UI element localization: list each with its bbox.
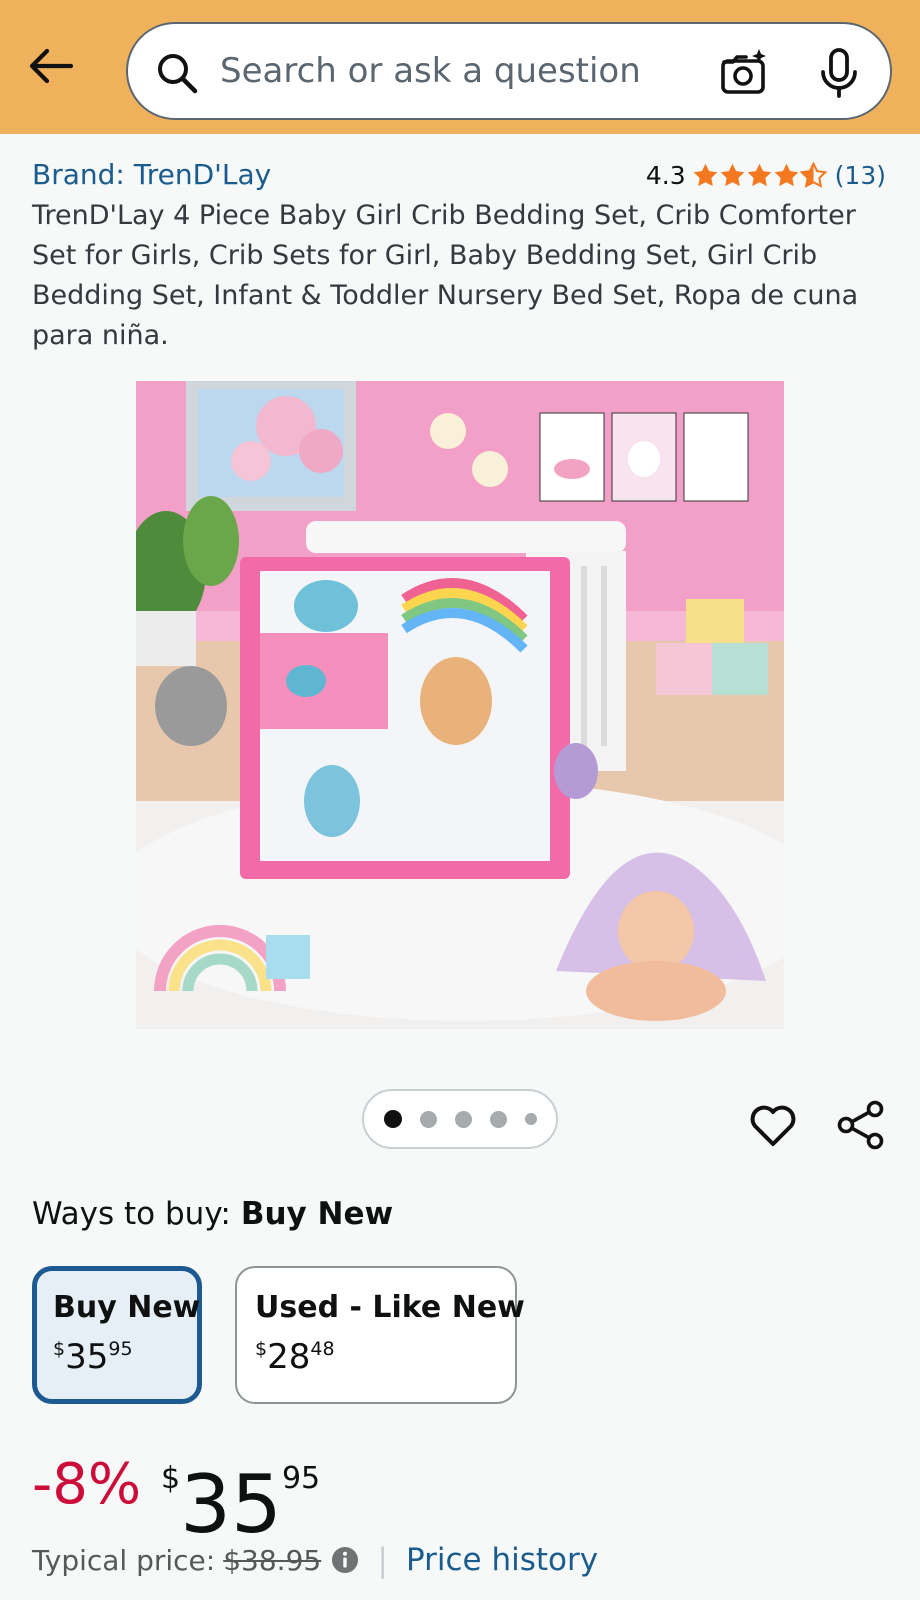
ways-to-buy-label: Ways to buy: bbox=[32, 1196, 231, 1232]
option-price: $2848 bbox=[255, 1337, 335, 1377]
option-label: Used - Like New bbox=[255, 1290, 525, 1325]
search-input[interactable] bbox=[220, 24, 680, 118]
search-bar[interactable] bbox=[126, 22, 892, 120]
product-image[interactable] bbox=[136, 381, 784, 1029]
current-price: $3595 bbox=[161, 1458, 321, 1551]
back-button[interactable] bbox=[24, 44, 76, 88]
wishlist-heart-icon[interactable] bbox=[748, 1100, 798, 1150]
option-label: Buy New bbox=[53, 1290, 201, 1325]
carousel-dot[interactable] bbox=[419, 1110, 437, 1128]
product-title: TrenD'Lay 4 Piece Baby Girl Crib Bedding… bbox=[32, 200, 859, 351]
typical-price-row: Typical price: $38.95 | Price history bbox=[32, 1540, 598, 1580]
discount-percent: -8% bbox=[32, 1452, 142, 1517]
carousel-dot[interactable] bbox=[524, 1113, 537, 1125]
brand-link[interactable]: Brand: TrenD'Lay bbox=[32, 158, 271, 191]
star-full-icon bbox=[774, 163, 798, 186]
review-count[interactable]: (13) bbox=[835, 161, 886, 190]
info-icon[interactable] bbox=[331, 1546, 359, 1574]
carousel-dot[interactable] bbox=[489, 1110, 507, 1128]
star-full-icon bbox=[747, 163, 771, 186]
share-icon[interactable] bbox=[836, 1100, 886, 1150]
search-icon bbox=[158, 54, 198, 94]
price-row: -8% $3595 bbox=[32, 1434, 320, 1550]
typical-price-label: Typical price: bbox=[32, 1543, 216, 1577]
typical-price-value: $38.95 bbox=[223, 1543, 322, 1577]
microphone-icon[interactable] bbox=[818, 48, 860, 98]
ways-to-buy-selected: Buy New bbox=[240, 1196, 394, 1232]
top-header bbox=[0, 0, 920, 134]
option-price: $3595 bbox=[53, 1337, 133, 1377]
star-rating bbox=[692, 161, 827, 189]
price-history-link[interactable]: Price history bbox=[406, 1542, 598, 1578]
buy-option-new[interactable]: Buy New $3595 bbox=[32, 1266, 202, 1404]
buy-option-used-like-new[interactable]: Used - Like New $2848 bbox=[235, 1266, 525, 1404]
rating-value: 4.3 bbox=[645, 160, 686, 190]
back-arrow-icon bbox=[29, 48, 73, 84]
divider: | bbox=[377, 1541, 388, 1579]
ways-to-buy-heading: Ways to buy: Buy New bbox=[32, 1196, 393, 1232]
carousel-dot[interactable] bbox=[454, 1110, 472, 1128]
star-full-icon bbox=[693, 163, 717, 186]
carousel-dot-active[interactable] bbox=[383, 1110, 402, 1128]
image-carousel-indicator[interactable] bbox=[362, 1089, 558, 1149]
rating-summary[interactable]: 4.3 (13) bbox=[646, 158, 886, 192]
star-full-icon bbox=[720, 163, 744, 186]
camera-search-icon[interactable] bbox=[718, 46, 770, 98]
product-photo-illustration bbox=[136, 381, 784, 1029]
star-half-icon bbox=[799, 161, 827, 188]
